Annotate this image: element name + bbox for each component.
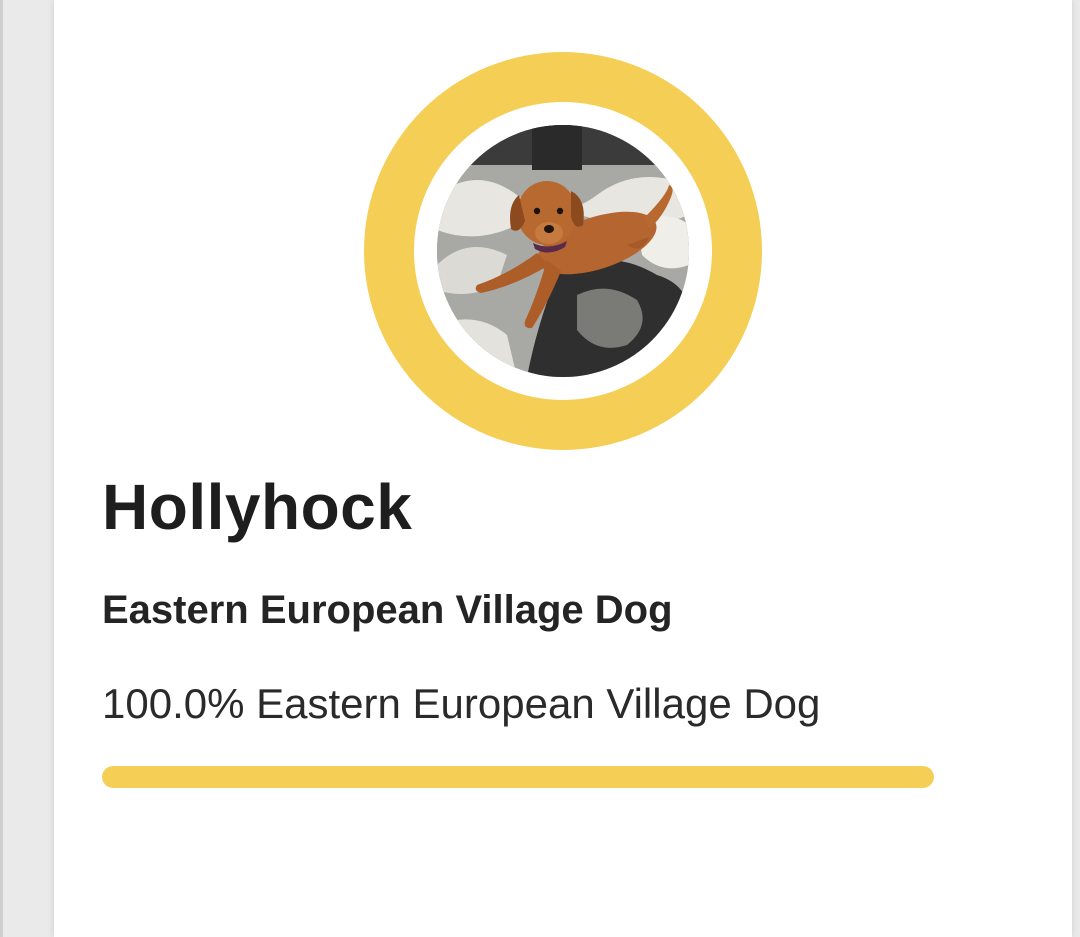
dog-profile-card: Hollyhock Eastern European Village Dog 1…	[54, 0, 1072, 937]
dog-photo-image	[437, 125, 689, 377]
ancestry-breakdown-label: 100.0% Eastern European Village Dog	[102, 680, 821, 727]
avatar-ring-inner	[414, 102, 712, 400]
ancestry-progress-fill	[102, 766, 934, 788]
window-edge	[0, 0, 3, 937]
dog-name: Hollyhock	[102, 471, 413, 543]
page: Hollyhock Eastern European Village Dog 1…	[0, 0, 1080, 937]
avatar-ring	[364, 52, 762, 450]
ancestry-progress-bar	[102, 766, 934, 788]
breed-title: Eastern European Village Dog	[102, 588, 673, 632]
dog-photo-avatar[interactable]	[437, 125, 689, 377]
